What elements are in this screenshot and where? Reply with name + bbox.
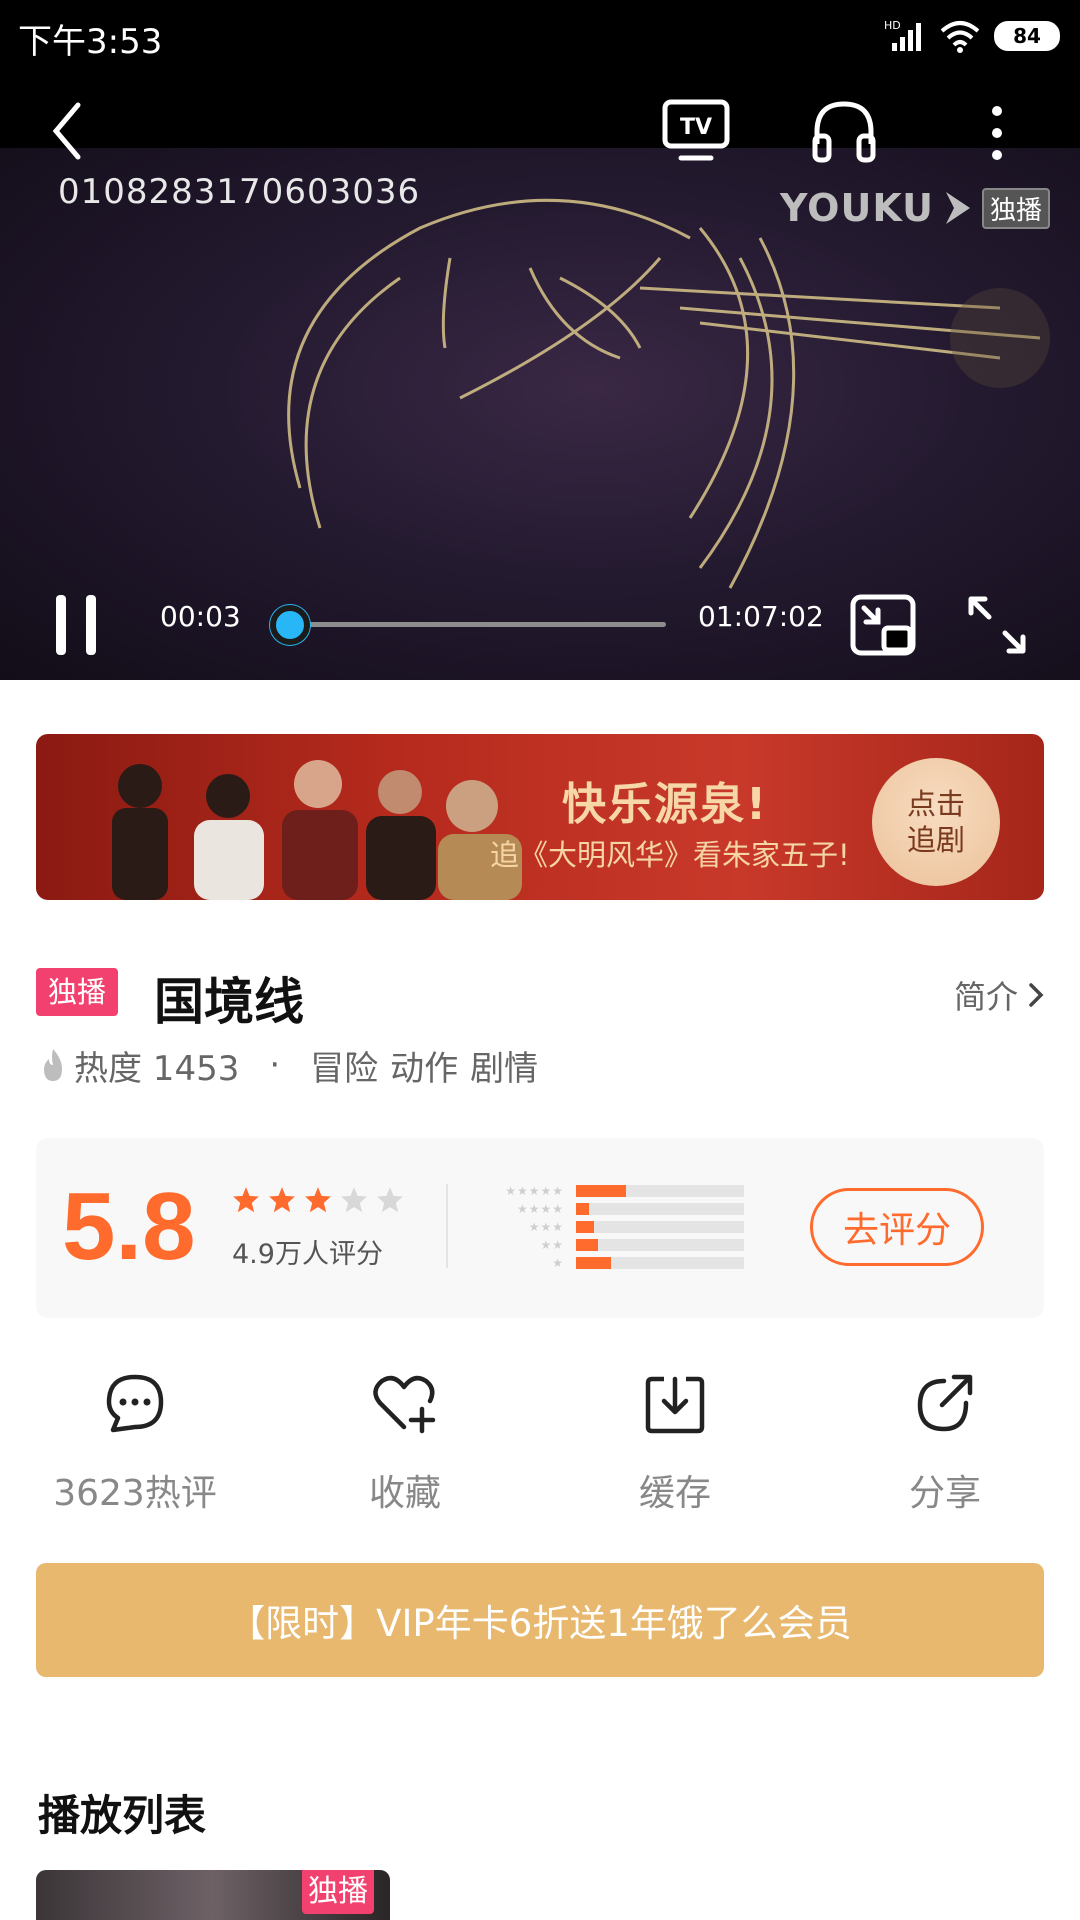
rating-distribution-row: ★★★ xyxy=(486,1218,756,1236)
status-time: 下午3:53 xyxy=(18,22,163,62)
status-indicators: HD 84 xyxy=(884,18,1060,54)
comment-icon xyxy=(101,1370,169,1438)
flame-icon xyxy=(44,1049,62,1081)
chevron-right-icon xyxy=(1029,983,1044,1007)
progress-track[interactable] xyxy=(290,622,666,627)
heat-label: 热度 1453 xyxy=(74,1048,240,1089)
picture-in-picture-icon[interactable] xyxy=(848,590,918,660)
pause-icon[interactable] xyxy=(48,590,104,660)
total-time: 01:07:02 xyxy=(698,600,824,633)
progress-thumb[interactable] xyxy=(270,605,311,645)
battery-indicator: 84 xyxy=(994,21,1060,51)
genre-tag[interactable]: 动作 xyxy=(390,1041,458,1090)
tv-icon-label: TV xyxy=(680,115,712,140)
star-icon xyxy=(341,1187,367,1213)
promo-banner[interactable]: 快乐源泉! 追《大明风华》看朱家五子! 点击 追剧 xyxy=(36,734,1044,900)
star-icon xyxy=(305,1187,331,1213)
favorite-icon xyxy=(371,1370,439,1438)
star-icon xyxy=(377,1187,403,1213)
rating-stars xyxy=(232,1186,404,1214)
distribution-bar-fill xyxy=(576,1221,595,1233)
rating-distribution-row: ★★★★ xyxy=(486,1200,756,1218)
playlist-item-badge: 独播 xyxy=(302,1870,374,1914)
favorite-button[interactable]: 收藏 xyxy=(270,1370,540,1516)
genre-tag[interactable]: 剧情 xyxy=(470,1041,538,1090)
banner-cast-image xyxy=(112,760,522,900)
distribution-bar-track xyxy=(576,1239,744,1251)
intro-link[interactable]: 简介 xyxy=(954,972,1044,1018)
video-player[interactable]: TV 0108283170603036 YOUKU 独播 00:03 01:07… xyxy=(0,72,1080,680)
more-menu-icon[interactable] xyxy=(982,98,1012,168)
player-controls: 00:03 01:07:02 xyxy=(0,572,1080,672)
vip-promo-button[interactable]: 【限时】VIP年卡6折送1年饿了么会员 xyxy=(36,1563,1044,1677)
intro-label: 简介 xyxy=(953,978,1018,1016)
youku-watermark: YOUKU 独播 xyxy=(780,186,1050,230)
tv-cast-icon[interactable]: TV xyxy=(660,96,732,166)
network-badge: HD xyxy=(884,19,901,32)
banner-cta-line2: 追剧 xyxy=(906,823,965,857)
distribution-bar-track xyxy=(576,1257,744,1269)
distribution-stars-icon: ★★★★ xyxy=(516,1202,564,1216)
current-time: 00:03 xyxy=(160,600,241,633)
youku-exclusive-badge: 独播 xyxy=(981,187,1050,229)
rating-divider xyxy=(446,1184,448,1268)
rating-distribution-row: ★★ xyxy=(486,1236,756,1254)
distribution-stars-icon: ★★★ xyxy=(528,1220,564,1234)
rating-score: 5.8 xyxy=(62,1173,196,1280)
comments-label: 3623热评 xyxy=(53,1473,217,1514)
share-icon xyxy=(911,1370,979,1438)
distribution-stars-icon: ★★ xyxy=(540,1238,564,1252)
download-button[interactable]: 缓存 xyxy=(540,1370,810,1516)
player-top-bar: TV xyxy=(0,72,1080,188)
favorite-label: 收藏 xyxy=(368,1473,441,1514)
action-row: 3623热评 收藏 缓存 分享 xyxy=(0,1370,1080,1514)
banner-subtitle: 追《大明风华》看朱家五子! xyxy=(490,838,850,872)
meta-separator: · xyxy=(269,1045,281,1085)
signal-icon: HD xyxy=(884,19,921,51)
download-label: 缓存 xyxy=(638,1473,711,1514)
fullscreen-icon[interactable] xyxy=(964,592,1030,658)
distribution-stars-icon: ★★★★★ xyxy=(505,1184,564,1198)
distribution-bar-track xyxy=(576,1203,744,1215)
comments-button[interactable]: 3623热评 xyxy=(0,1370,270,1516)
playlist-item-thumbnail[interactable]: 独播 xyxy=(36,1870,390,1920)
playlist-title: 播放列表 xyxy=(38,1791,207,1840)
video-id-overlay: 0108283170603036 xyxy=(58,172,421,212)
banner-follow-button[interactable]: 点击 追剧 xyxy=(872,758,1000,886)
show-title-row: 独播 国境线 简介 xyxy=(36,964,1044,1031)
distribution-bar-track xyxy=(576,1221,744,1233)
star-icon xyxy=(269,1187,295,1213)
back-icon[interactable] xyxy=(42,96,92,166)
star-icon xyxy=(233,1187,259,1213)
banner-title: 快乐源泉! xyxy=(562,779,769,830)
distribution-stars-icon: ★ xyxy=(552,1256,564,1270)
show-meta: 热度 1453 · 冒险 动作 剧情 xyxy=(38,1040,550,1090)
show-title: 国境线 xyxy=(154,973,304,1031)
rate-button[interactable]: 去评分 xyxy=(810,1188,984,1266)
rating-count: 4.9万人评分 xyxy=(232,1239,383,1270)
banner-cta-line1: 点击 xyxy=(906,787,965,821)
genre-tag[interactable]: 冒险 xyxy=(310,1041,378,1090)
exclusive-badge: 独播 xyxy=(36,968,119,1016)
distribution-bar-fill xyxy=(576,1239,598,1251)
distribution-bar-fill xyxy=(576,1257,612,1269)
distribution-bar-fill xyxy=(576,1185,627,1197)
share-label: 分享 xyxy=(908,1473,981,1514)
rating-card: 5.8 4.9万人评分 ★★★★★ ★★★★ ★★★ ★★ ★ 去评分 xyxy=(36,1138,1044,1318)
youku-logo-text: YOUKU xyxy=(780,186,934,230)
wifi-icon xyxy=(940,21,980,53)
headphones-icon[interactable] xyxy=(808,94,880,168)
rating-distribution-row: ★ xyxy=(486,1254,756,1272)
youku-play-icon xyxy=(945,192,970,224)
distribution-bar-fill xyxy=(576,1203,590,1215)
rating-distribution-row: ★★★★★ xyxy=(486,1182,756,1200)
rating-distribution: ★★★★★ ★★★★ ★★★ ★★ ★ xyxy=(486,1182,756,1272)
distribution-bar-track xyxy=(576,1185,744,1197)
download-icon xyxy=(641,1370,709,1438)
share-button[interactable]: 分享 xyxy=(810,1370,1080,1516)
status-bar: 下午3:53 HD 84 xyxy=(0,0,1080,72)
